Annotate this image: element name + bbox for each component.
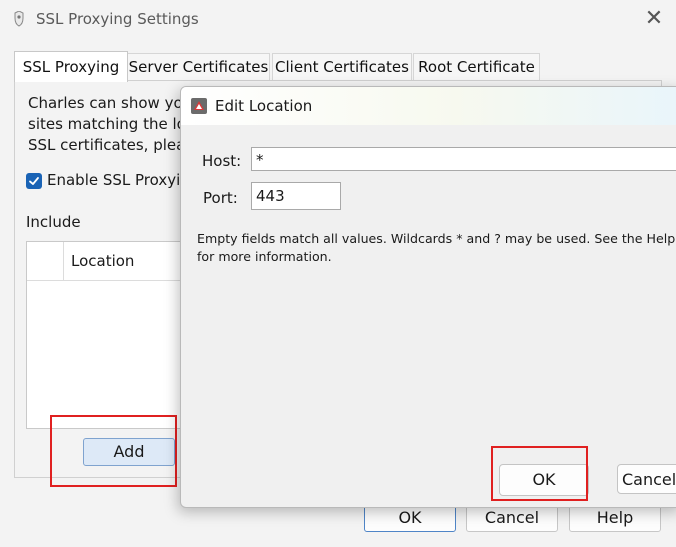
enable-ssl-proxying-checkbox[interactable] [26, 173, 42, 189]
tab-ssl-proxying[interactable]: SSL Proxying [14, 51, 128, 82]
location-column-header[interactable]: Location [71, 252, 134, 270]
ok-button[interactable]: OK [364, 504, 456, 532]
charles-app-icon [14, 11, 24, 27]
port-label: Port: [203, 189, 238, 207]
title-bar: SSL Proxying Settings ✕ [0, 0, 676, 38]
column-divider [63, 242, 64, 280]
close-window-button[interactable]: ✕ [640, 8, 668, 30]
tab-server-certificates[interactable]: Server Certificates [127, 53, 270, 80]
host-label: Host: [202, 152, 242, 170]
charles-dialog-icon [191, 98, 207, 114]
help-button[interactable]: Help [569, 504, 661, 532]
add-button-highlight-box [50, 415, 177, 487]
window-title: SSL Proxying Settings [36, 10, 199, 28]
include-label: Include [26, 213, 81, 231]
cancel-button[interactable]: Cancel [466, 504, 558, 532]
edit-location-dialog: Edit Location Host: * Port: 443 Empty fi… [180, 86, 676, 508]
include-locations-table[interactable]: Location [26, 241, 188, 429]
dialog-title: Edit Location [215, 97, 313, 115]
tab-client-certificates[interactable]: Client Certificates [272, 53, 412, 80]
host-input[interactable]: * [251, 147, 676, 171]
enable-ssl-proxying-label[interactable]: Enable SSL Proxyir [47, 171, 186, 189]
ssl-description: Charles can show you sites matching the … [28, 94, 194, 154]
dialog-title-bar: Edit Location [181, 87, 676, 125]
close-icon: ✕ [644, 6, 664, 31]
checkmark-icon [29, 177, 39, 185]
tab-root-certificate[interactable]: Root Certificate [413, 53, 540, 80]
wildcard-help-text: Empty fields match all values. Wildcards… [197, 231, 676, 264]
port-input[interactable]: 443 [251, 182, 341, 210]
dialog-cancel-button[interactable]: Cancel [617, 464, 676, 494]
table-header: Location [27, 242, 187, 281]
ok-button-highlight-box [491, 446, 588, 501]
